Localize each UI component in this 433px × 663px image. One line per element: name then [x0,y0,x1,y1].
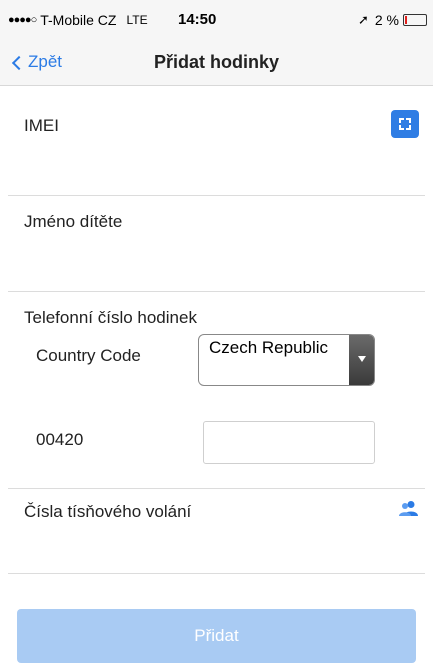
qr-scan-icon-corner [399,125,404,130]
add-watch-button[interactable]: Přidat [17,609,416,663]
country-code-label: Country Code [36,346,141,365]
qr-scan-icon-corner [406,118,411,123]
country-select[interactable]: Czech Republic [198,334,375,386]
qr-scan-icon-corner [406,125,411,130]
divider [8,195,425,196]
country-select-value: Czech Republic [209,338,329,357]
signal-strength-icon: ●●●●○ [8,14,37,26]
battery-percent: 2 % [374,12,399,28]
status-bar: ●●●●○ T-Mobile CZ LTE 14:50 ➚ 2 % [0,0,433,40]
child-name-label: Jméno dítěte [24,212,123,231]
navigation-bar: Zpět Přidat hodinky [0,40,433,86]
clock: 14:50 [178,11,217,28]
imei-label: IMEI [24,116,59,135]
location-arrow-icon: ➚ [357,12,369,27]
status-right: ➚ 2 % [358,12,427,28]
emergency-numbers-label: Čísla tísňového volání [24,502,192,521]
carrier-name: T-Mobile CZ [40,12,117,28]
contacts-icon[interactable] [398,500,420,516]
dial-prefix: 00420 [36,430,84,449]
divider [8,291,425,292]
scan-imei-button[interactable] [391,110,419,138]
qr-scan-icon [399,118,404,123]
watch-phone-label: Telefonní číslo hodinek [24,308,197,327]
divider [8,573,425,574]
divider [8,488,425,489]
phone-number-input[interactable] [203,421,375,464]
battery-icon [403,14,427,26]
chevron-down-icon [349,335,374,385]
status-left: ●●●●○ T-Mobile CZ LTE [8,12,148,28]
page-title: Přidat hodinky [153,52,279,72]
network-type: LTE [126,13,148,27]
